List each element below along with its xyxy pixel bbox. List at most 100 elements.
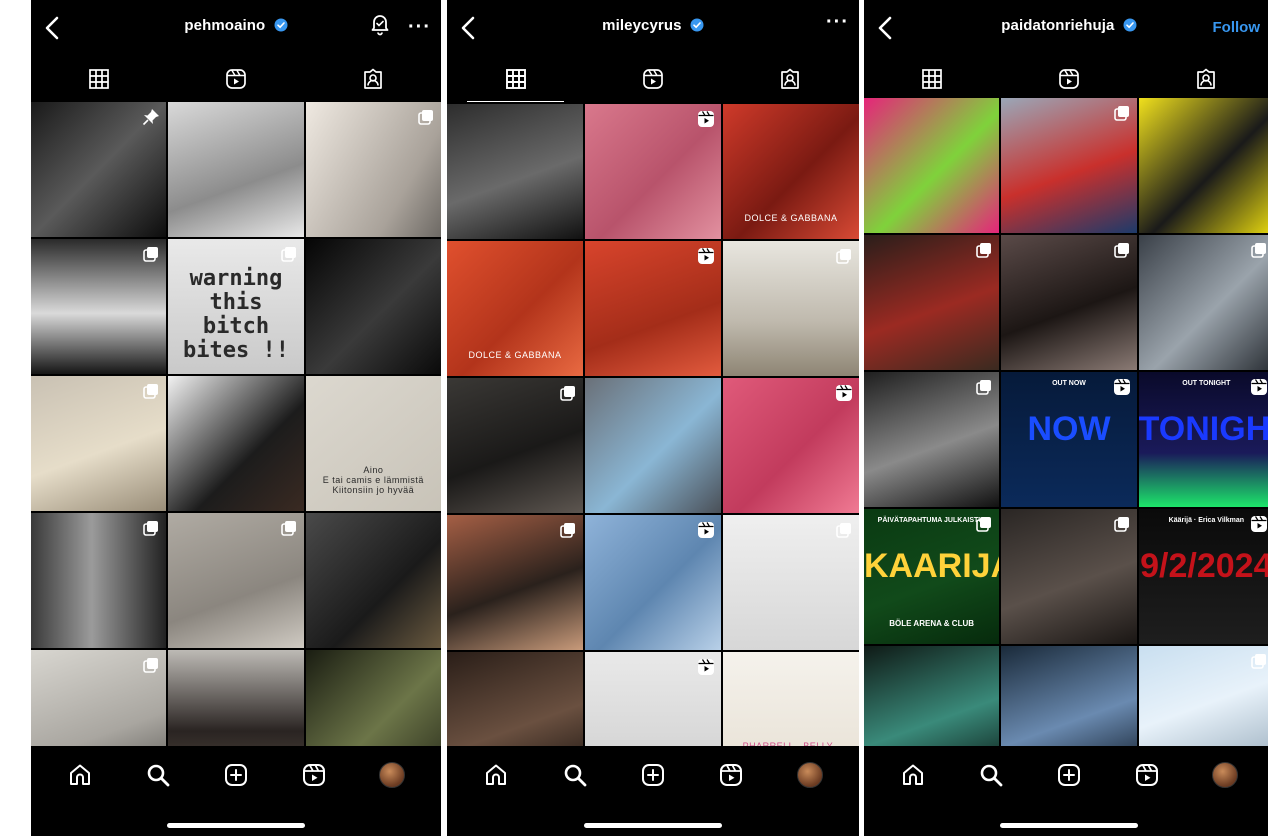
post-tile[interactable] xyxy=(1001,235,1137,370)
nav-profile-button[interactable] xyxy=(1211,761,1239,789)
carousel-icon xyxy=(142,519,160,537)
nav-reels-button[interactable] xyxy=(300,761,328,789)
post-tile[interactable] xyxy=(585,104,721,239)
post-tile[interactable]: DOLCE & GABBANA xyxy=(723,104,859,239)
post-tile[interactable] xyxy=(31,376,167,511)
post-tile[interactable] xyxy=(31,102,167,237)
phone-screen-pehmoaino: pehmoaino ··· warning this bitch bites !… xyxy=(31,0,441,836)
grid-icon xyxy=(89,69,110,89)
grid-tab[interactable] xyxy=(447,58,584,102)
header-actions: Follow xyxy=(1213,12,1265,36)
tagged-tab[interactable] xyxy=(722,58,859,100)
nav-create-button[interactable] xyxy=(222,761,250,789)
nav-search-button[interactable] xyxy=(144,761,172,789)
post-tile[interactable] xyxy=(585,378,721,513)
username-text: paidatonriehuja xyxy=(1001,17,1115,34)
nav-create-button[interactable] xyxy=(1055,761,1083,789)
post-tile[interactable] xyxy=(864,235,1000,370)
post-tile[interactable] xyxy=(305,102,441,237)
nav-create-button[interactable] xyxy=(639,761,667,789)
reels-tab[interactable] xyxy=(168,58,305,100)
notifications-bell-button[interactable] xyxy=(368,12,392,41)
home-indicator xyxy=(167,823,305,828)
post-overlay-caption: Käärijä · Erica Vilkman xyxy=(1168,517,1244,524)
more-options-button[interactable]: ··· xyxy=(826,12,849,32)
post-tile[interactable] xyxy=(168,376,304,511)
post-tile[interactable] xyxy=(864,98,1000,233)
tagged-icon xyxy=(781,68,800,89)
nav-search-button[interactable] xyxy=(561,761,589,789)
tagged-tab[interactable] xyxy=(1137,58,1268,100)
post-tile[interactable] xyxy=(305,513,441,648)
post-tile[interactable] xyxy=(1138,235,1268,370)
post-overlay-text: warning this bitch bites !! xyxy=(183,266,289,363)
post-tile[interactable] xyxy=(168,102,304,237)
post-overlay-text: Aino E tai camis e lämmistä Kiitonsiin j… xyxy=(322,465,424,495)
create-icon xyxy=(641,764,664,786)
post-tile[interactable] xyxy=(1138,98,1268,233)
post-tile[interactable] xyxy=(447,515,583,650)
bell-icon xyxy=(371,15,389,36)
post-overlay-text: DOLCE & GABBANA xyxy=(468,350,562,360)
nav-home-button[interactable] xyxy=(899,761,927,789)
post-tile[interactable] xyxy=(31,513,167,648)
post-tile[interactable] xyxy=(864,372,1000,507)
post-tile[interactable] xyxy=(585,515,721,650)
tagged-tab[interactable] xyxy=(304,58,441,100)
reel-icon xyxy=(697,247,715,265)
posts-grid: warning this bitch bites !! Aino E tai ca… xyxy=(31,102,441,785)
reel-icon xyxy=(697,110,715,128)
home-indicator xyxy=(584,823,722,828)
carousel-icon xyxy=(1113,241,1131,259)
reels-tab[interactable] xyxy=(584,58,721,100)
post-tile[interactable] xyxy=(585,241,721,376)
post-tile[interactable] xyxy=(723,515,859,650)
nav-profile-button[interactable] xyxy=(378,761,406,789)
create-icon xyxy=(225,764,247,786)
post-tile[interactable]: warning this bitch bites !! xyxy=(168,239,304,374)
nav-home-button[interactable] xyxy=(482,761,510,789)
post-tile[interactable] xyxy=(1001,509,1137,644)
bottom-navigation xyxy=(447,746,859,836)
post-tile[interactable]: KAARIJA PÄIVÄTAPAHTUMA JULKAISTU! BÖLE ARE… xyxy=(864,509,1000,644)
post-tile[interactable] xyxy=(447,378,583,513)
more-options-button[interactable]: ··· xyxy=(408,17,431,37)
profile-tabs xyxy=(31,58,441,100)
nav-home-button[interactable] xyxy=(66,761,94,789)
post-overlay-text: NOW xyxy=(1027,410,1111,448)
carousel-icon xyxy=(1113,515,1131,533)
post-tile[interactable] xyxy=(31,239,167,374)
post-tile[interactable] xyxy=(1001,98,1137,233)
reels-icon xyxy=(303,764,325,786)
post-tile[interactable]: 9/2/2024 Käärijä · Erica Vilkman xyxy=(1138,509,1268,644)
grid-icon xyxy=(505,69,526,89)
verified-badge-icon xyxy=(274,18,288,32)
post-tile[interactable]: TONIGHT OUT TONIGHT xyxy=(1138,372,1268,507)
grid-tab[interactable] xyxy=(864,58,1001,100)
reel-icon xyxy=(697,521,715,539)
carousel-icon xyxy=(975,241,993,259)
post-tile[interactable] xyxy=(168,513,304,648)
follow-button[interactable]: Follow xyxy=(1213,19,1261,36)
header-actions: ··· xyxy=(368,12,431,41)
nav-reels-button[interactable] xyxy=(1133,761,1161,789)
reels-tab[interactable] xyxy=(1001,58,1138,100)
nav-profile-button[interactable] xyxy=(796,761,824,789)
profile-tabs xyxy=(864,58,1268,100)
post-tile[interactable] xyxy=(305,239,441,374)
search-icon xyxy=(147,764,170,787)
post-tile[interactable]: DOLCE & GABBANA xyxy=(447,241,583,376)
reels-icon xyxy=(1059,69,1079,89)
nav-reels-button[interactable] xyxy=(717,761,745,789)
grid-tab[interactable] xyxy=(31,58,168,100)
post-tile[interactable] xyxy=(723,378,859,513)
reels-icon xyxy=(720,764,743,786)
post-tile[interactable]: Aino E tai camis e lämmistä Kiitonsiin j… xyxy=(305,376,441,511)
post-overlay-text: KAARIJA xyxy=(864,547,999,585)
verified-badge-icon xyxy=(690,18,704,32)
bottom-navigation xyxy=(864,746,1268,836)
post-tile[interactable]: NOW OUT NOW xyxy=(1001,372,1137,507)
post-tile[interactable] xyxy=(447,104,583,239)
post-tile[interactable] xyxy=(723,241,859,376)
nav-search-button[interactable] xyxy=(977,761,1005,789)
